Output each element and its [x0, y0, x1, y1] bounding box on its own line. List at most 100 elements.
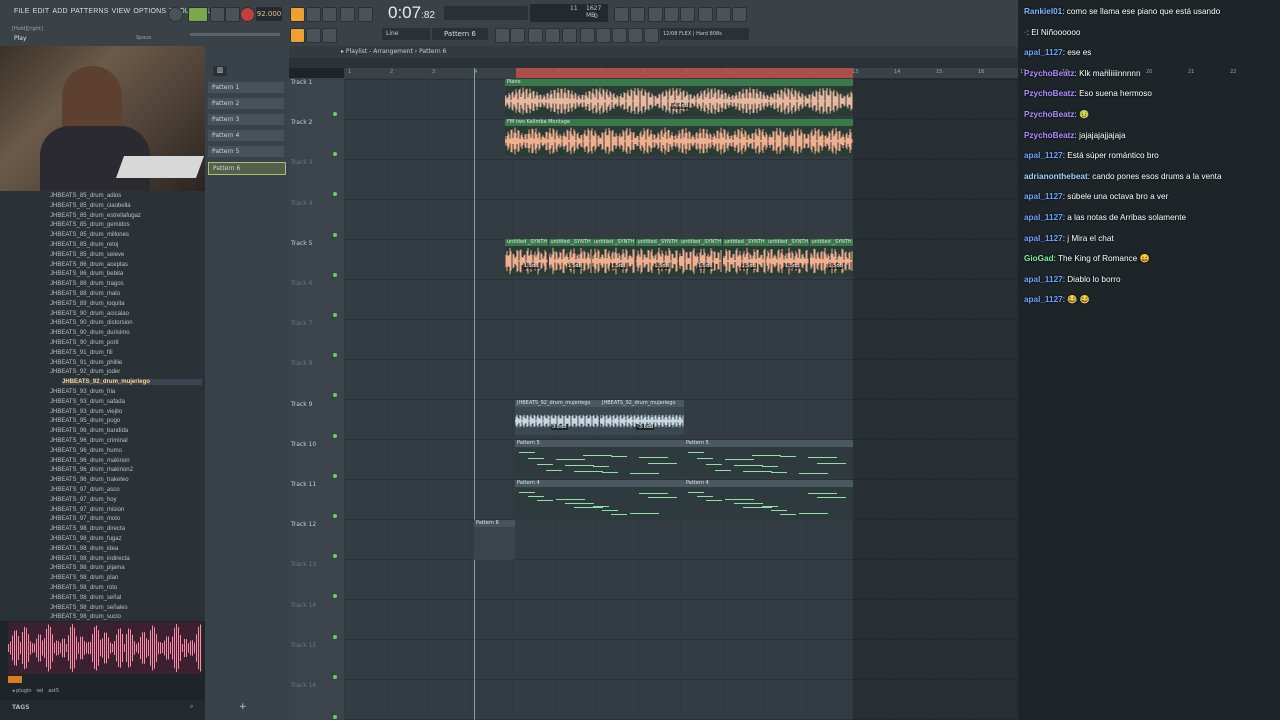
track-mute-led[interactable]	[333, 634, 337, 639]
track-header[interactable]: Track 3	[291, 159, 312, 166]
track-mute-led[interactable]	[333, 715, 337, 719]
track-header[interactable]: Track 8	[291, 360, 312, 367]
browser-item[interactable]: JHBEATS_90_drum_distorsion	[50, 320, 133, 326]
chat-username[interactable]: apal_1127	[1024, 151, 1063, 160]
track-header[interactable]: Track 5	[291, 240, 312, 247]
filter-sel[interactable]: sel	[36, 688, 43, 694]
audio-icon[interactable]	[630, 7, 645, 22]
channel-view-icon[interactable]	[562, 28, 577, 43]
track-mute-led[interactable]	[333, 393, 337, 398]
countdown-icon[interactable]	[322, 7, 337, 22]
browser-item[interactable]: JHBEATS_98_drum_señales	[50, 605, 128, 611]
browser-item[interactable]: JHBEATS_86_drum_bebita	[50, 271, 123, 277]
clip-pattern[interactable]: Pattern 5	[684, 440, 853, 478]
track-mute-led[interactable]	[333, 353, 337, 358]
chat-username[interactable]: adrianonthebeat	[1024, 172, 1088, 181]
track-header[interactable]: Track 16	[291, 682, 316, 689]
clip-pattern[interactable]: Pattern 4	[515, 480, 684, 520]
news-ticker[interactable]: 12/08 FLEX | Hard 808s	[660, 28, 749, 40]
preview-play-icon[interactable]	[8, 676, 22, 683]
browser-item[interactable]: JHBEATS_92_drum_joder	[50, 369, 120, 375]
clip-synth[interactable]: untitled _SYNTH 1.5dB	[592, 239, 635, 276]
song-mode-button[interactable]	[188, 7, 208, 22]
browser-item[interactable]: JHBEATS_98_drum_pijama	[50, 565, 125, 571]
track-mute-led[interactable]	[333, 192, 337, 197]
chat-bubble-icon[interactable]	[716, 7, 731, 22]
track-header[interactable]: Track 13	[291, 561, 316, 568]
filter-plugin[interactable]: plugin	[16, 688, 31, 694]
channel-rack-icon[interactable]	[698, 7, 713, 22]
browser-item[interactable]: JHBEATS_97_drum_mision	[50, 507, 124, 513]
cart-icon[interactable]	[644, 28, 659, 43]
clip-drum[interactable]: JHBEATS_92_drum_mujeriego -3.6dB	[600, 400, 684, 435]
arrow-right-icon[interactable]	[306, 28, 321, 43]
tempo-display[interactable]: 92.000	[256, 7, 282, 21]
browser-item[interactable]: JHBEATS_91_drum_fili	[50, 350, 113, 356]
browser-item[interactable]: JHBEATS_96_drum_bandida	[50, 428, 128, 434]
chat-username[interactable]: PzychoBeatz	[1024, 89, 1075, 98]
browser-item[interactable]: JHBEATS_90_drum_porti	[50, 340, 119, 346]
chat-username[interactable]: PzychoBeatz	[1024, 131, 1075, 140]
clip-synth[interactable]: untitled _SYNTH 1.5dB	[635, 239, 679, 276]
track-mute-led[interactable]	[333, 433, 337, 438]
pattern-selector[interactable]: Pattern 6	[432, 28, 488, 40]
playhead[interactable]	[474, 68, 475, 720]
pattern-item-4[interactable]: Pattern 4	[208, 130, 284, 141]
touch-icon[interactable]	[628, 28, 643, 43]
wait-input-icon[interactable]	[306, 7, 321, 22]
browser-item[interactable]: JHBEATS_85_drum_estrellafugaz	[50, 213, 141, 219]
track-mute-led[interactable]	[333, 152, 337, 157]
chat-username[interactable]: GioGad	[1024, 254, 1054, 263]
add-pattern-icon[interactable]: +	[239, 702, 247, 712]
clip-synth[interactable]: untitled _SYNTH 1.5dB	[766, 239, 809, 276]
pat-song-toggle-icon[interactable]	[168, 7, 183, 22]
clip-pattern[interactable]: Pattern 4	[684, 480, 853, 520]
clip-synth[interactable]: untitled _SYNTH 1.5dB	[505, 239, 548, 276]
browser-item[interactable]: JHBEATS_85_drum_adios	[50, 193, 121, 199]
browser-item[interactable]: JHBEATS_98_drum_roto	[50, 585, 117, 591]
mixer-view-icon[interactable]	[545, 28, 560, 43]
browser-item[interactable]: JHBEATS_96_drum_makinon2	[50, 467, 133, 473]
browser-item[interactable]: JHBEATS_97_drum_moto	[50, 516, 120, 522]
browser-item[interactable]: JHBEATS_97_drum_asco	[50, 487, 120, 493]
loop-record-icon[interactable]	[358, 7, 373, 22]
track-mute-led[interactable]	[333, 313, 337, 317]
pattern-item-3[interactable]: Pattern 3	[208, 114, 284, 125]
pattern-item-5[interactable]: Pattern 5	[208, 146, 284, 157]
browser-item[interactable]: JHBEATS_98_drum_plan	[50, 575, 118, 581]
chat-username[interactable]: PzychoBeatz	[1024, 69, 1075, 78]
chat-username[interactable]: apal_1127	[1024, 192, 1063, 201]
browser-item[interactable]: JHBEATS_93_drum_viejito	[50, 409, 122, 415]
menu-item-patterns[interactable]: PATTERNS	[71, 8, 109, 15]
browser-item[interactable]: JHBEATS_88_drum_malo	[50, 291, 120, 297]
browser-item[interactable]: JHBEATS_90_drum_acicalao	[50, 311, 129, 317]
browser-item[interactable]: JHBEATS_85_drum_seieve	[50, 252, 124, 258]
chat-username[interactable]: PzychoBeatz	[1024, 110, 1075, 119]
plugin-icon[interactable]	[580, 28, 595, 43]
filter-ast[interactable]: ast5	[48, 688, 59, 694]
browser-item[interactable]: JHBEATS_96_drum_makinon	[50, 458, 130, 464]
browser-item[interactable]: JHBEATS_85_drum_millones	[50, 232, 129, 238]
playlist-pattern[interactable]: Pattern 6	[419, 48, 446, 55]
picker-toggle-icon[interactable]: ▥	[213, 66, 227, 76]
browser-item[interactable]: JHBEATS_89_drum_loquita	[50, 301, 125, 307]
metronome-icon[interactable]	[290, 7, 305, 22]
stop-button[interactable]	[225, 7, 240, 22]
track-mute-led[interactable]	[333, 473, 337, 478]
pattern-item-2[interactable]: Pattern 2	[208, 98, 284, 109]
piano-roll-icon[interactable]	[510, 28, 525, 43]
stamp-icon[interactable]	[596, 28, 611, 43]
menu-item-options[interactable]: OPTIONS	[133, 8, 166, 15]
browser-item[interactable]: JHBEATS_93_drum_safada	[50, 399, 125, 405]
track-header[interactable]: Track 11	[291, 481, 316, 488]
clip-piano[interactable]: Piano -4.4dB	[505, 79, 853, 116]
browser-item[interactable]: JHBEATS_95_drum_pogo	[50, 418, 120, 424]
mic-icon[interactable]	[648, 7, 663, 22]
clip-synth[interactable]: untitled _SYNTH 1.5dB	[722, 239, 766, 276]
chat-username[interactable]: apal_1127	[1024, 275, 1063, 284]
playlist-icon[interactable]	[495, 28, 510, 43]
browser-item[interactable]: JHBEATS_98_drum_señal	[50, 595, 121, 601]
track-mute-led[interactable]	[333, 272, 337, 277]
clip-synth[interactable]: untitled _SYNTH 1.5dB	[679, 239, 722, 276]
browser-item[interactable]: JHBEATS_91_drum_phillie	[50, 360, 122, 366]
